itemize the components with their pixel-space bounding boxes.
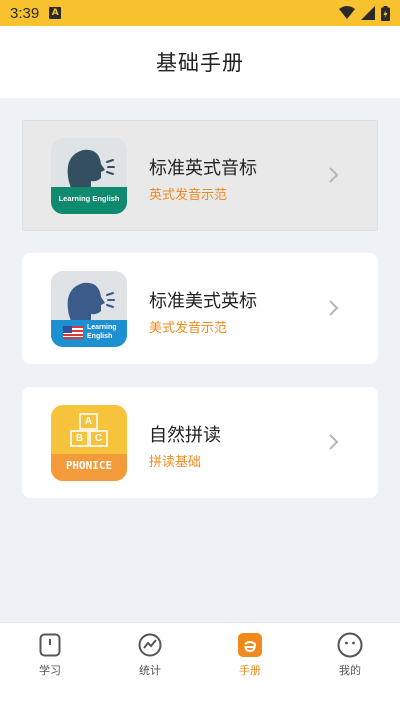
status-indicators <box>339 5 390 21</box>
card-american-phonetics[interactable]: Learning English 标准美式英标 美式发音示范 <box>22 253 378 364</box>
card-icon-caption: Learning English <box>58 194 120 203</box>
handbook-icon <box>237 632 263 658</box>
card-subtitle: 拼读基础 <box>149 455 202 470</box>
nav-label: 手册 <box>239 664 261 677</box>
status-time: 3:39 <box>10 4 40 22</box>
card-icon-caption: PHONICE <box>65 459 113 472</box>
card-title: 自然拼读 <box>149 425 221 446</box>
chevron-right-icon <box>329 300 339 316</box>
block-letter-c: C <box>94 433 103 444</box>
speaking-head-uk-icon: Learning English <box>51 138 127 214</box>
card-british-phonetics[interactable]: Learning English 标准英式音标 英式发音示范 <box>22 120 378 231</box>
nav-item-profile[interactable]: 我的 <box>300 623 400 711</box>
stats-icon <box>137 632 163 658</box>
card-subtitle: 英式发音示范 <box>149 188 228 203</box>
nav-label: 统计 <box>139 664 161 677</box>
notification-icon: A <box>49 7 62 19</box>
profile-icon <box>337 632 363 658</box>
card-subtitle: 美式发音示范 <box>149 321 228 336</box>
status-bar: 3:39 A <box>0 0 400 26</box>
card-natural-phonics[interactable]: A B C PHONICE 自然拼读 拼读基础 <box>22 387 378 498</box>
nav-item-study[interactable]: 学习 <box>0 623 100 711</box>
card-icon-caption-line2: English <box>87 333 113 340</box>
block-letter-a: A <box>84 416 93 427</box>
card-title: 标准美式英标 <box>149 291 257 312</box>
page-title: 基础手册 <box>156 51 244 75</box>
speaking-head-us-icon: Learning English <box>51 271 127 347</box>
chevron-right-icon <box>329 167 339 183</box>
study-icon <box>37 632 63 658</box>
nav-label: 我的 <box>339 664 361 677</box>
bottom-nav: 学习 统计 手册 我的 <box>0 622 400 711</box>
card-title: 标准英式音标 <box>149 158 257 179</box>
abc-blocks-icon: A B C PHONICE <box>51 405 127 481</box>
wifi-icon <box>339 6 355 19</box>
block-letter-b: B <box>75 433 84 444</box>
nav-label: 学习 <box>39 664 61 677</box>
nav-item-stats[interactable]: 统计 <box>100 623 200 711</box>
signal-icon <box>361 6 375 20</box>
nav-item-handbook[interactable]: 手册 <box>200 623 300 711</box>
chevron-right-icon <box>329 434 339 450</box>
card-icon-caption-line1: Learning <box>87 324 117 331</box>
battery-icon <box>381 5 390 21</box>
page-header: 基础手册 <box>0 26 400 98</box>
